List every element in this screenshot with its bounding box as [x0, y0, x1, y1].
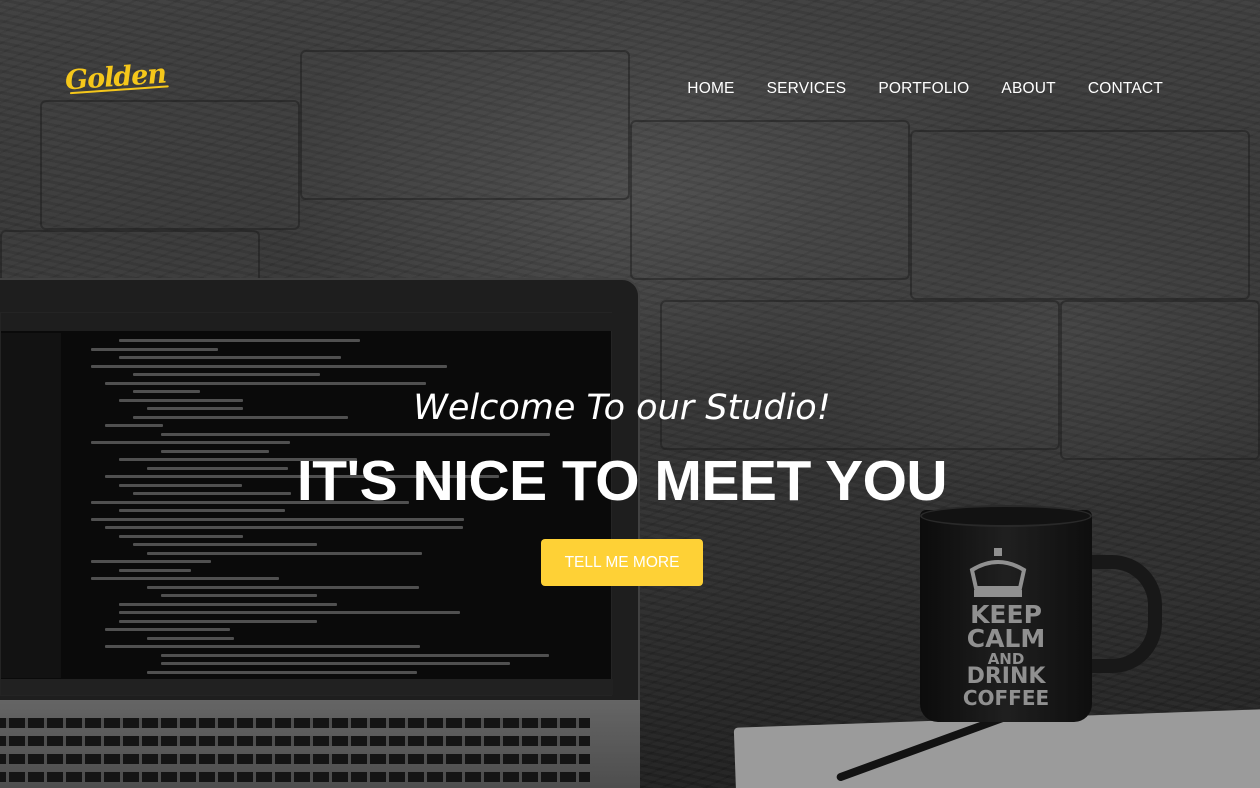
hero-subheading: Welcome To our Studio!	[413, 388, 831, 428]
hero-heading: IT'S NICE TO MEET YOU	[296, 449, 948, 513]
nav-item-contact[interactable]: CONTACT	[1088, 80, 1163, 98]
main-nav: HOME SERVICES PORTFOLIO ABOUT CONTACT	[687, 80, 1163, 98]
nav-item-about[interactable]: ABOUT	[1001, 80, 1055, 98]
nav-item-home[interactable]: HOME	[687, 80, 734, 98]
tell-me-more-button[interactable]: TELL ME MORE	[541, 539, 703, 586]
nav-item-portfolio[interactable]: PORTFOLIO	[878, 80, 969, 98]
nav-item-services[interactable]: SERVICES	[767, 80, 847, 98]
